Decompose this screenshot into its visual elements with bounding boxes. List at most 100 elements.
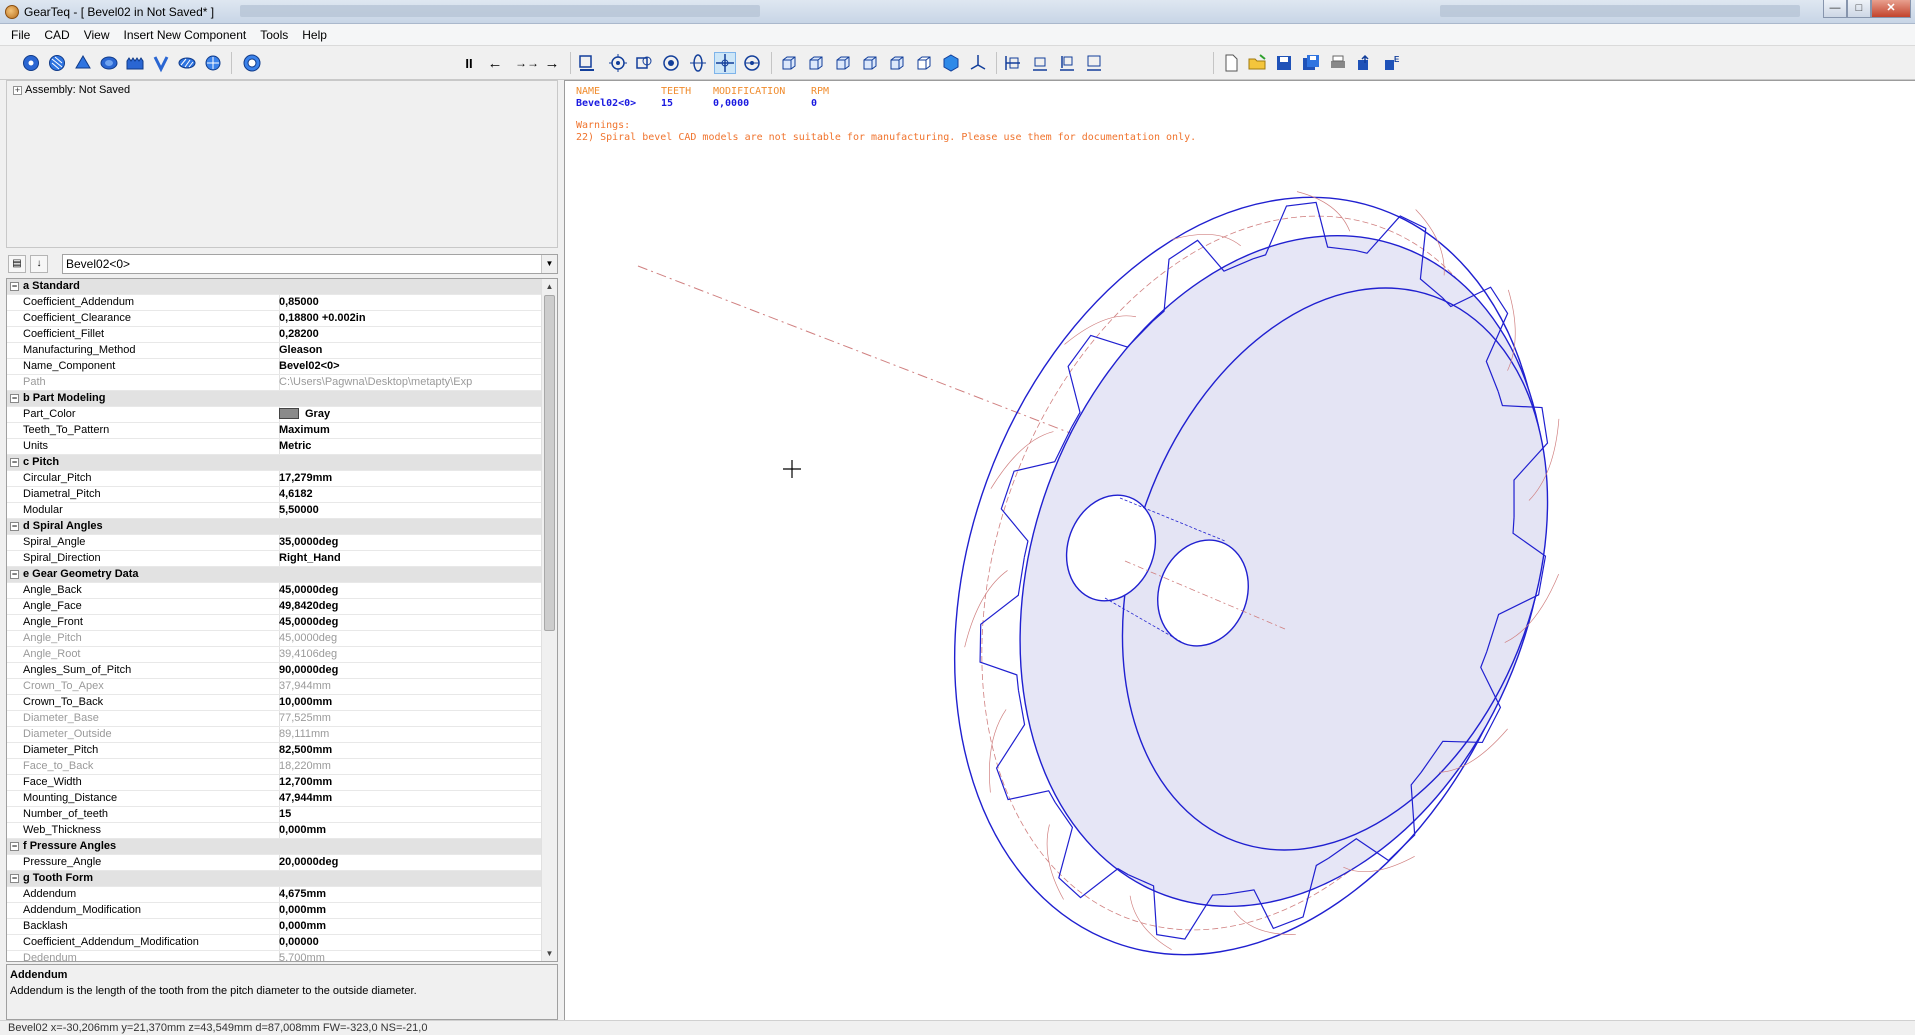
bevel-gear-icon[interactable]	[72, 52, 94, 74]
property-row[interactable]: Angle_Pitch 45,0000deg	[7, 631, 542, 647]
chevron-down-icon[interactable]: ▼	[541, 255, 557, 273]
property-row[interactable]: Addendum_Modification 0,000mm	[7, 903, 542, 919]
rotate-icon[interactable]	[687, 52, 709, 74]
save-icon[interactable]	[1273, 52, 1295, 74]
open-folder-icon[interactable]	[1246, 52, 1268, 74]
scroll-up-icon[interactable]: ▲	[542, 279, 557, 294]
zoom-window-icon[interactable]	[633, 52, 655, 74]
property-value[interactable]: 0,000mm	[279, 823, 542, 838]
export-view-icon[interactable]	[576, 52, 598, 74]
menu-tools[interactable]: Tools	[253, 24, 295, 46]
view-iso-icon[interactable]	[940, 52, 962, 74]
property-value[interactable]: 12,700mm	[279, 775, 542, 790]
property-row[interactable]: Web_Thickness 0,000mm	[7, 823, 542, 839]
property-value[interactable]: 17,279mm	[279, 471, 542, 486]
property-value[interactable]: 15	[279, 807, 542, 822]
property-value[interactable]: 49,8420deg	[279, 599, 542, 614]
scroll-thumb[interactable]	[544, 295, 555, 631]
property-value[interactable]: 47,944mm	[279, 791, 542, 806]
property-row[interactable]: Diameter_Base 77,525mm	[7, 711, 542, 727]
view-bottom-icon[interactable]	[859, 52, 881, 74]
property-value[interactable]: 4,6182	[279, 487, 542, 502]
property-category[interactable]: − b Part Modeling	[7, 391, 542, 407]
property-row[interactable]: Addendum 4,675mm	[7, 887, 542, 903]
property-value[interactable]: 82,500mm	[279, 743, 542, 758]
worm-icon[interactable]	[176, 52, 198, 74]
property-category[interactable]: − d Spiral Angles	[7, 519, 542, 535]
collapse-icon[interactable]: −	[10, 282, 19, 291]
view-right-icon[interactable]	[913, 52, 935, 74]
property-row[interactable]: Diameter_Pitch 82,500mm	[7, 743, 542, 759]
align-bottom-icon[interactable]	[1029, 52, 1051, 74]
property-value[interactable]: Gray	[279, 407, 542, 422]
fast-forward-button[interactable]: →→	[513, 52, 541, 74]
property-row[interactable]: Angle_Back 45,0000deg	[7, 583, 542, 599]
scroll-down-icon[interactable]: ▼	[542, 946, 557, 961]
view-left-icon[interactable]	[886, 52, 908, 74]
menu-view[interactable]: View	[77, 24, 117, 46]
rack-icon[interactable]	[124, 52, 146, 74]
property-row[interactable]: Face_Width 12,700mm	[7, 775, 542, 791]
helical-gear-icon[interactable]	[46, 52, 68, 74]
align-right-icon[interactable]	[1083, 52, 1105, 74]
worm-gear-icon[interactable]	[98, 52, 120, 74]
property-row[interactable]: Diametral_Pitch 4,6182	[7, 487, 542, 503]
close-button[interactable]: ✕	[1871, 0, 1911, 18]
assembly-tree[interactable]: + Assembly: Not Saved	[6, 80, 558, 248]
spur-gear-icon[interactable]	[20, 52, 42, 74]
pause-button[interactable]: II	[458, 52, 480, 74]
minimize-button[interactable]: —	[1823, 0, 1847, 18]
step-forward-button[interactable]: →	[541, 52, 563, 74]
property-row[interactable]: Units Metric	[7, 439, 542, 455]
menu-insert-new-component[interactable]: Insert New Component	[116, 24, 253, 46]
property-row[interactable]: Angle_Face 49,8420deg	[7, 599, 542, 615]
crossed-helical-icon[interactable]	[202, 52, 224, 74]
view-plane-icon[interactable]	[967, 52, 989, 74]
sort-alpha-icon[interactable]: ↓	[30, 255, 48, 273]
property-row[interactable]: Angle_Front 45,0000deg	[7, 615, 542, 631]
save-all-icon[interactable]	[1300, 52, 1322, 74]
property-category[interactable]: − a Standard	[7, 279, 542, 295]
collapse-icon[interactable]: −	[10, 842, 19, 851]
align-top-icon[interactable]	[1002, 52, 1024, 74]
view-back-icon[interactable]	[805, 52, 827, 74]
property-grid-scrollbar[interactable]: ▲ ▼	[541, 279, 557, 961]
property-row[interactable]: Spiral_Angle 35,0000deg	[7, 535, 542, 551]
maximize-button[interactable]: □	[1847, 0, 1871, 18]
property-row[interactable]: Spiral_Direction Right_Hand	[7, 551, 542, 567]
property-value[interactable]: 0,85000	[279, 295, 542, 310]
shaft-icon[interactable]	[241, 52, 263, 74]
step-back-button[interactable]: ←	[484, 52, 506, 74]
zoom-fit-icon[interactable]	[607, 52, 629, 74]
new-file-icon[interactable]	[1220, 52, 1242, 74]
expand-icon[interactable]: +	[13, 85, 22, 95]
property-value[interactable]: Maximum	[279, 423, 542, 438]
menu-cad[interactable]: CAD	[37, 24, 76, 46]
property-row[interactable]: Coefficient_Addendum 0,85000	[7, 295, 542, 311]
collapse-icon[interactable]: −	[10, 874, 19, 883]
property-row[interactable]: Diameter_Outside 89,111mm	[7, 727, 542, 743]
property-row[interactable]: Backlash 0,000mm	[7, 919, 542, 935]
property-value[interactable]: Bevel02<0>	[279, 359, 542, 374]
tree-item-assembly[interactable]: + Assembly: Not Saved	[13, 84, 130, 96]
property-value[interactable]: 45,0000deg	[279, 615, 542, 630]
property-value[interactable]: 0,000mm	[279, 903, 542, 918]
export-script-icon[interactable]: E	[1381, 52, 1403, 74]
property-row[interactable]: Angle_Root 39,4106deg	[7, 647, 542, 663]
property-row[interactable]: Coefficient_Fillet 0,28200	[7, 327, 542, 343]
property-value[interactable]: 4,675mm	[279, 887, 542, 902]
menu-file[interactable]: File	[0, 24, 37, 46]
property-row[interactable]: Modular 5,50000	[7, 503, 542, 519]
face-gear-icon[interactable]	[150, 52, 172, 74]
view-top-icon[interactable]	[832, 52, 854, 74]
property-category[interactable]: − f Pressure Angles	[7, 839, 542, 855]
property-row[interactable]: Manufacturing_Method Gleason	[7, 343, 542, 359]
property-value[interactable]: 45,0000deg	[279, 583, 542, 598]
property-category[interactable]: − e Gear Geometry Data	[7, 567, 542, 583]
property-value[interactable]: 0,00000	[279, 935, 542, 950]
property-value[interactable]: 0,18800 +0.002in	[279, 311, 542, 326]
align-left-icon[interactable]	[1056, 52, 1078, 74]
property-value[interactable]: Gleason	[279, 343, 542, 358]
property-row[interactable]: Name_Component Bevel02<0>	[7, 359, 542, 375]
property-row[interactable]: Number_of_teeth 15	[7, 807, 542, 823]
